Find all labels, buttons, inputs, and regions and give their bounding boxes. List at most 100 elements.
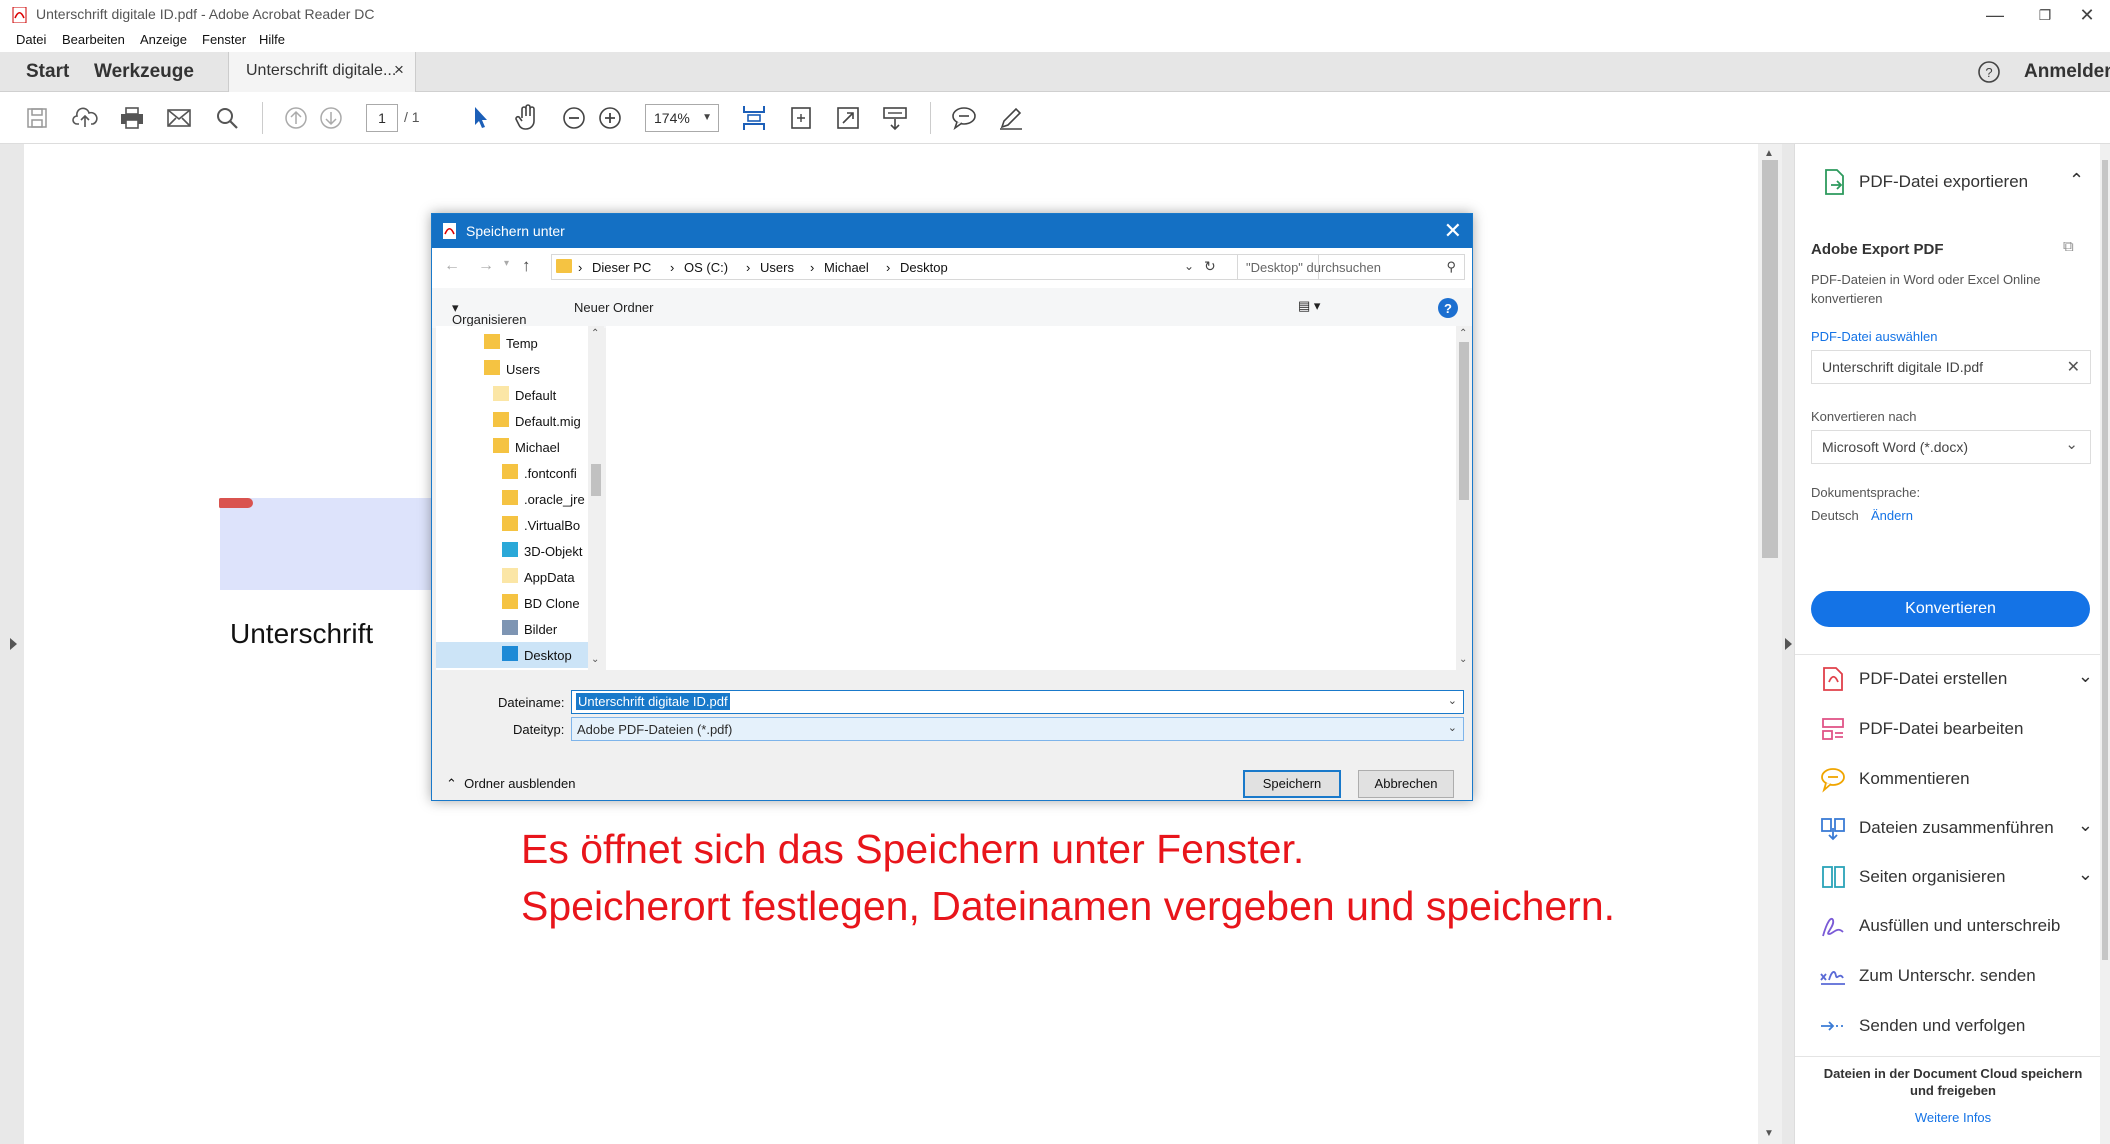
panel-scroll-thumb[interactable] <box>2102 160 2108 960</box>
fullscreen-icon[interactable] <box>833 103 863 133</box>
tool-edit-pdf[interactable]: PDF-Datei bearbeiten <box>1795 707 2110 751</box>
search-input[interactable]: "Desktop" durchsuchen ⚲ <box>1237 254 1465 280</box>
convert-to-select[interactable]: Microsoft Word (*.docx) ⌄ <box>1811 430 2091 464</box>
tool-comment[interactable]: Kommentieren <box>1795 757 2110 801</box>
menu-bearbeiten[interactable]: Bearbeiten <box>62 32 125 47</box>
scroll-down-icon[interactable]: ⌄ <box>1459 654 1467 665</box>
nav-item[interactable]: .oracle_jre <box>502 486 592 512</box>
nav-item-selected[interactable]: Desktop <box>436 642 592 668</box>
cancel-button[interactable]: Abbrechen <box>1358 770 1454 798</box>
zoom-select[interactable]: 174% ▼ <box>645 104 719 132</box>
dialog-close-icon[interactable]: ✕ <box>1444 218 1462 244</box>
address-dropdown-icon[interactable]: ⌄ <box>1184 259 1194 273</box>
selected-file-field[interactable]: Unterschrift digitale ID.pdf ✕ <box>1811 350 2091 384</box>
recent-chevron-icon[interactable]: ▾ <box>504 258 509 269</box>
breadcrumb-item[interactable]: Michael <box>824 260 869 275</box>
scroll-up-icon[interactable]: ⌃ <box>591 328 599 339</box>
nav-item[interactable]: Users <box>484 356 592 382</box>
tab-start[interactable]: Start <box>26 61 69 83</box>
back-arrow-icon[interactable]: ← <box>444 257 460 275</box>
new-folder-button[interactable]: Neuer Ordner <box>574 300 653 315</box>
nav-item[interactable]: Bilder <box>502 616 592 642</box>
chevron-down-icon[interactable]: ⌄ <box>1448 694 1457 707</box>
export-panel-title[interactable]: PDF-Datei exportieren <box>1859 172 2028 192</box>
help-icon[interactable]: ? <box>1977 60 2001 84</box>
organize-button[interactable]: Organisieren ▾ <box>452 300 526 327</box>
nav-item[interactable]: .VirtualBo <box>502 512 592 538</box>
nav-item[interactable]: BD Clone <box>502 590 592 616</box>
page-down-icon[interactable] <box>316 103 346 133</box>
file-list-pane[interactable] <box>606 326 1462 670</box>
change-language-link[interactable]: Ändern <box>1871 508 1913 523</box>
more-info-link[interactable]: Weitere Infos <box>1795 1110 2110 1125</box>
page-up-icon[interactable] <box>281 103 311 133</box>
nav-item[interactable]: Temp <box>484 330 592 356</box>
search-icon[interactable]: ⚲ <box>1446 259 1456 275</box>
up-arrow-icon[interactable]: ↑ <box>522 256 531 276</box>
print-icon[interactable] <box>117 103 147 133</box>
sign-pen-icon[interactable] <box>996 103 1026 133</box>
zoom-out-icon[interactable] <box>559 103 589 133</box>
scroll-up-icon[interactable]: ▲ <box>1764 148 1774 159</box>
nav-scroll-thumb[interactable] <box>591 464 601 496</box>
tool-send-for-signature[interactable]: Zum Unterschr. senden <box>1795 954 2110 998</box>
filename-input[interactable]: Unterschrift digitale ID.pdf ⌄ <box>571 690 1464 714</box>
zoom-in-icon[interactable] <box>595 103 625 133</box>
tool-combine-files[interactable]: Dateien zusammenführen ⌄ <box>1795 806 2110 850</box>
close-window-button[interactable]: ✕ <box>2062 0 2110 30</box>
select-arrow-icon[interactable] <box>465 103 495 133</box>
tool-create-pdf[interactable]: PDF-Datei erstellen ⌄ <box>1795 657 2110 701</box>
mail-icon[interactable] <box>164 103 194 133</box>
save-button[interactable]: Speichern <box>1243 770 1341 798</box>
filetype-select[interactable]: Adobe PDF-Dateien (*.pdf) ⌄ <box>571 717 1464 741</box>
search-icon[interactable] <box>212 103 242 133</box>
cloud-upload-icon[interactable] <box>70 103 100 133</box>
minimize-button[interactable]: — <box>1970 0 2020 30</box>
close-icon[interactable]: ✕ <box>2067 357 2080 377</box>
nav-item[interactable]: 3D-Objekt <box>502 538 592 564</box>
document-scroll-thumb[interactable] <box>1762 160 1778 558</box>
menu-fenster[interactable]: Fenster <box>202 32 246 47</box>
forward-arrow-icon[interactable]: → <box>478 257 494 275</box>
tab-document[interactable]: Unterschrift digitale... × <box>228 52 416 92</box>
chevron-up-icon[interactable]: ⌃ <box>2069 170 2084 191</box>
navigation-pane[interactable]: Temp Users Default Default.mig Michael .… <box>436 326 604 670</box>
scroll-down-icon[interactable]: ⌄ <box>591 654 599 665</box>
nav-item[interactable]: Default.mig <box>493 408 592 434</box>
breadcrumb-item[interactable]: Dieser PC <box>592 260 651 275</box>
nav-item[interactable]: Default <box>493 382 592 408</box>
tool-organize-pages[interactable]: Seiten organisieren ⌄ <box>1795 855 2110 899</box>
nav-item[interactable]: .fontconfi <box>502 460 592 486</box>
rotate-view-icon[interactable] <box>786 103 816 133</box>
scroll-down-icon[interactable]: ▼ <box>1764 1128 1774 1139</box>
signin-link[interactable]: Anmelden <box>2024 61 2110 83</box>
menu-datei[interactable]: Datei <box>16 32 46 47</box>
breadcrumb-item[interactable]: Desktop <box>900 260 948 275</box>
breadcrumb-item[interactable]: OS (C:) <box>684 260 728 275</box>
nav-item[interactable]: AppData <box>502 564 592 590</box>
hand-tool-icon[interactable] <box>512 103 542 133</box>
convert-button[interactable]: Konvertieren <box>1811 591 2090 627</box>
refresh-icon[interactable]: ↻ <box>1204 258 1216 275</box>
breadcrumb-item[interactable]: Users <box>760 260 794 275</box>
tab-werkzeuge[interactable]: Werkzeuge <box>94 61 194 83</box>
save-icon[interactable] <box>22 103 52 133</box>
scroll-up-icon[interactable]: ⌃ <box>1459 328 1467 339</box>
address-bar[interactable]: › Dieser PC › OS (C:) › Users › Michael … <box>551 254 1319 280</box>
tool-fill-sign[interactable]: Ausfüllen und unterschreib <box>1795 904 2110 948</box>
chevron-down-icon[interactable]: ⌄ <box>1448 721 1457 734</box>
tab-close-icon[interactable]: × <box>394 60 404 80</box>
select-pdf-link[interactable]: PDF-Datei auswählen <box>1811 329 1937 344</box>
signature-field[interactable] <box>220 498 450 590</box>
file-scroll-thumb[interactable] <box>1459 342 1469 500</box>
page-number-input[interactable]: 1 <box>366 104 398 132</box>
comment-icon[interactable] <box>949 103 979 133</box>
nav-item[interactable]: Michael <box>493 434 592 460</box>
hide-folders-toggle[interactable]: ⌃ Ordner ausblenden <box>446 776 575 792</box>
menu-hilfe[interactable]: Hilfe <box>259 32 285 47</box>
menu-anzeige[interactable]: Anzeige <box>140 32 187 47</box>
copy-icon[interactable]: ⧉ <box>2063 238 2074 255</box>
left-panel-toggle[interactable] <box>0 144 24 1144</box>
help-icon[interactable]: ? <box>1438 298 1458 318</box>
tool-send-track[interactable]: Senden und verfolgen <box>1795 1004 2110 1048</box>
